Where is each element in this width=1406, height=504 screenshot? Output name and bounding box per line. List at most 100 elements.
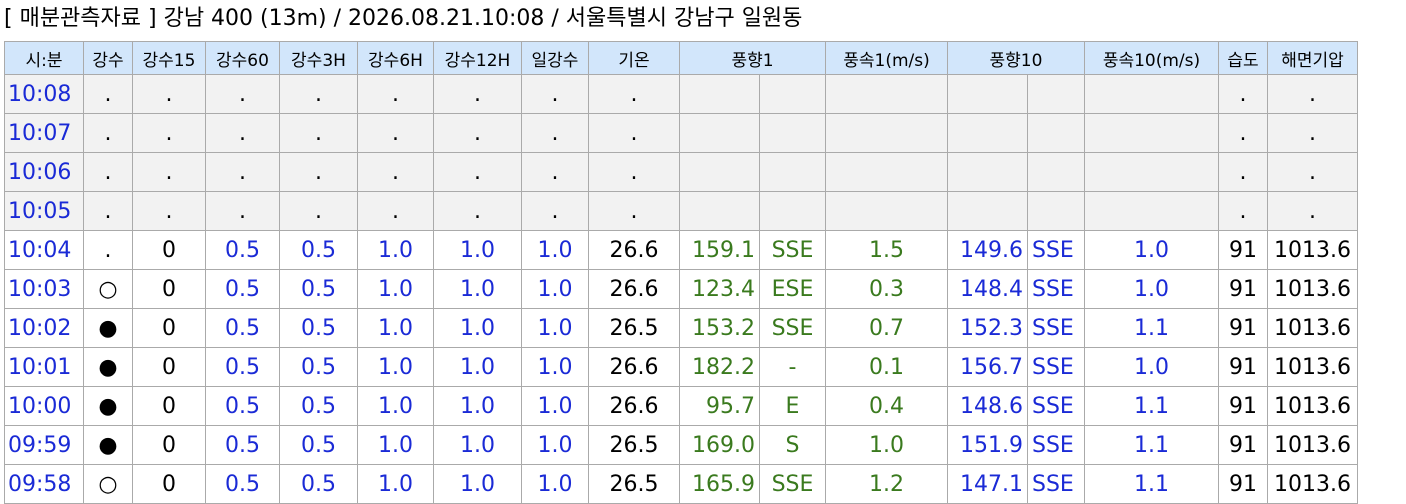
rain12h-cell: 1.0: [433, 269, 522, 309]
table-row: 10:08..........: [4, 74, 1358, 114]
table-row: 10:06..........: [4, 152, 1358, 192]
humidity-cell: 91: [1218, 425, 1268, 465]
time-link[interactable]: 10:07: [4, 113, 84, 153]
temperature-cell: 26.6: [588, 230, 680, 270]
rain60-cell: .: [205, 191, 280, 231]
pressure-cell: .: [1267, 152, 1358, 192]
pressure-cell: .: [1267, 74, 1358, 114]
table-header-row: 시:분 강수 강수15 강수60 강수3H 강수6H 강수12H 일강수 기온 …: [4, 41, 1358, 75]
rain60-cell: .: [205, 74, 280, 114]
rain15-cell: 0: [132, 230, 206, 270]
wind-speed10-cell: 1.1: [1084, 425, 1219, 465]
rain60-cell: 0.5: [205, 230, 280, 270]
header-wind-speed1: 풍속1(m/s): [825, 41, 948, 75]
rain15-cell: 0: [132, 308, 206, 348]
wind-speed10-cell: [1084, 113, 1219, 153]
header-wind-speed10: 풍속10(m/s): [1084, 41, 1219, 75]
rain3h-cell: 0.5: [279, 308, 358, 348]
wind-dir10-text-cell: SSE: [1027, 269, 1085, 309]
rain12h-cell: 1.0: [433, 308, 522, 348]
time-link[interactable]: 10:08: [4, 74, 84, 114]
rain12h-cell: .: [433, 113, 522, 153]
rain3h-cell: 0.5: [279, 464, 358, 504]
rain6h-cell: 1.0: [357, 308, 434, 348]
rain60-cell: 0.5: [205, 386, 280, 426]
temperature-cell: 26.6: [588, 347, 680, 387]
table-row: 10:03 ○ 0 0.5 0.5 1.0 1.0 1.0 26.6 123.4 ESE 0.3 148…: [4, 269, 1358, 309]
wind-dir10-deg-cell: 148.4: [947, 269, 1028, 309]
rain-day-cell: .: [521, 113, 589, 153]
rain-day-cell: 1.0: [521, 230, 589, 270]
page-title: [ 매분관측자료 ] 강남 400 (13m) / 2026.08.21.10:…: [4, 6, 803, 31]
rain-day-cell: 1.0: [521, 308, 589, 348]
rain15-cell: .: [132, 74, 206, 114]
rain12h-cell: .: [433, 74, 522, 114]
wind-dir10-deg-cell: [947, 113, 1028, 153]
wind-dir1-deg-cell: [679, 113, 760, 153]
wind-dir10-text-cell: [1027, 191, 1085, 231]
time-link[interactable]: 09:58: [4, 464, 84, 504]
pressure-cell: 1013.6: [1267, 230, 1358, 270]
time-link[interactable]: 10:06: [4, 152, 84, 192]
humidity-cell: 91: [1218, 269, 1268, 309]
humidity-cell: .: [1218, 113, 1268, 153]
wind-dir1-deg-cell: 123.4: [679, 269, 760, 309]
table-row: 09:59 ● 0 0.5 0.5 1.0 1.0 1.0 26.5 169.0 S 1.0 151.9…: [4, 425, 1358, 465]
table-row: 10:00 ● 0 0.5 0.5 1.0 1.0 1.0 26.6 95.7 E 0.4 148.6 S…: [4, 386, 1358, 426]
rain6h-cell: 1.0: [357, 464, 434, 504]
time-link[interactable]: 10:04: [4, 230, 84, 270]
wind-dir10-deg-cell: [947, 74, 1028, 114]
rain12h-cell: .: [433, 152, 522, 192]
wind-dir1-deg-cell: 182.2: [679, 347, 760, 387]
table-row: 09:58 ○ 0 0.5 0.5 1.0 1.0 1.0 26.5 165.9 SSE 1.2 147…: [4, 464, 1358, 504]
table-row: 10:04. 0 0.5 0.5 1.0 1.0 1.0 26.6 159.1 SSE 1.5 149…: [4, 230, 1358, 270]
header-humidity: 습도: [1218, 41, 1268, 75]
time-link[interactable]: 10:02: [4, 308, 84, 348]
rain-day-cell: .: [521, 191, 589, 231]
pressure-cell: 1013.6: [1267, 386, 1358, 426]
wind-speed1-cell: 0.1: [825, 347, 948, 387]
wind-dir10-text-cell: SSE: [1027, 386, 1085, 426]
temperature-cell: 26.5: [588, 425, 680, 465]
humidity-cell: .: [1218, 152, 1268, 192]
wind-speed1-cell: 0.7: [825, 308, 948, 348]
temperature-cell: 26.6: [588, 269, 680, 309]
humidity-cell: 91: [1218, 347, 1268, 387]
humidity-cell: 91: [1218, 464, 1268, 504]
rain-day-cell: .: [521, 152, 589, 192]
wind-dir10-text-cell: SSE: [1027, 425, 1085, 465]
rain12h-cell: 1.0: [433, 347, 522, 387]
wind-speed10-cell: 1.0: [1084, 269, 1219, 309]
time-link[interactable]: 10:01: [4, 347, 84, 387]
rain60-cell: 0.5: [205, 464, 280, 504]
pressure-cell: .: [1267, 113, 1358, 153]
rain3h-cell: 0.5: [279, 269, 358, 309]
wind-dir1-text-cell: [759, 113, 826, 153]
rain3h-cell: 0.5: [279, 347, 358, 387]
humidity-cell: .: [1218, 191, 1268, 231]
wind-dir1-text-cell: SSE: [759, 230, 826, 270]
rain3h-cell: .: [279, 74, 358, 114]
time-link[interactable]: 10:03: [4, 269, 84, 309]
rain-day-cell: 1.0: [521, 464, 589, 504]
header-time: 시:분: [4, 41, 84, 75]
wind-dir1-deg-cell: [679, 152, 760, 192]
temperature-cell: .: [588, 152, 680, 192]
wind-dir1-deg-cell: 153.2: [679, 308, 760, 348]
wind-speed10-cell: 1.1: [1084, 386, 1219, 426]
wind-speed10-cell: 1.1: [1084, 308, 1219, 348]
wind-dir10-deg-cell: 152.3: [947, 308, 1028, 348]
rain-indicator: ●: [83, 425, 133, 465]
time-link[interactable]: 09:59: [4, 425, 84, 465]
rain3h-cell: .: [279, 191, 358, 231]
time-link[interactable]: 10:05: [4, 191, 84, 231]
rain6h-cell: 1.0: [357, 386, 434, 426]
humidity-cell: 91: [1218, 308, 1268, 348]
rain6h-cell: 1.0: [357, 347, 434, 387]
rain60-cell: 0.5: [205, 269, 280, 309]
wind-speed1-cell: 0.3: [825, 269, 948, 309]
table-row: 10:05..........: [4, 191, 1358, 231]
time-link[interactable]: 10:00: [4, 386, 84, 426]
rain-indicator: ●: [83, 308, 133, 348]
table-row: 10:02 ● 0 0.5 0.5 1.0 1.0 1.0 26.5 153.2 SSE 0.7 152…: [4, 308, 1358, 348]
